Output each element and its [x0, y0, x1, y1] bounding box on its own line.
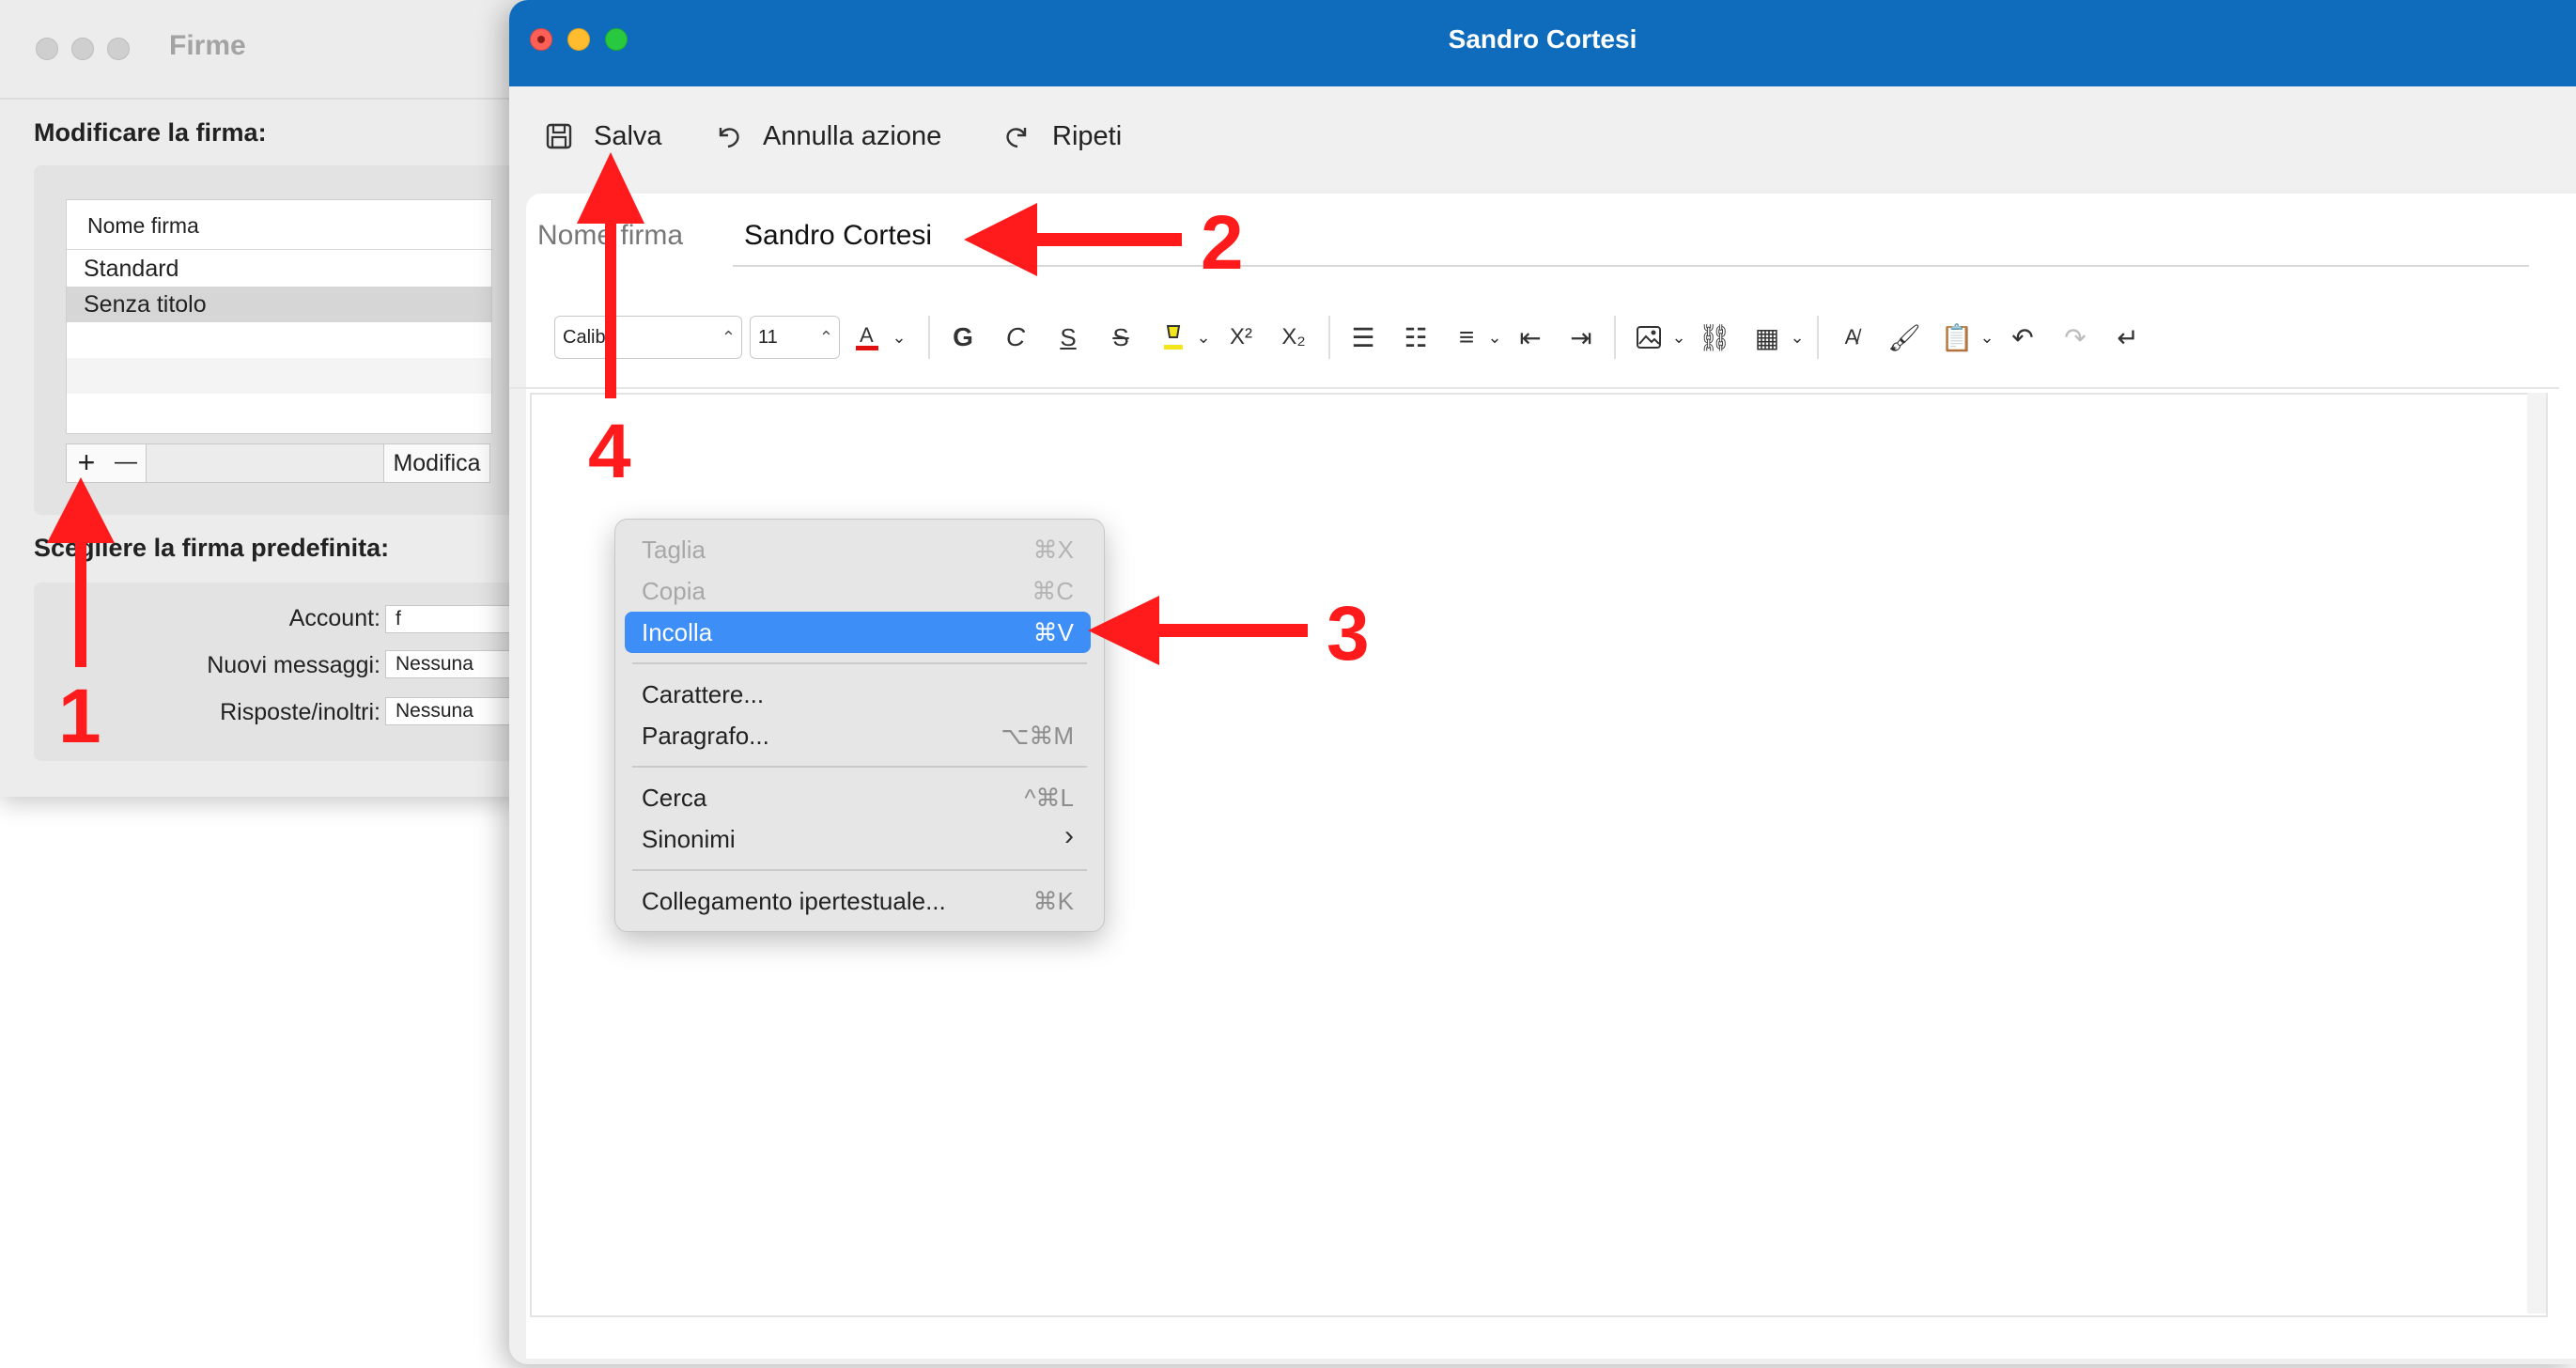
annotation-arrow-2 — [964, 203, 1182, 276]
annotation-number-4: 4 — [588, 409, 631, 494]
annotation-layer — [47, 152, 1308, 667]
annotation-number-2: 2 — [1201, 200, 1244, 286]
annotation-arrow-3 — [1088, 596, 1308, 665]
annotation-arrow-4 — [577, 152, 644, 398]
annotation-arrow-1 — [47, 477, 115, 667]
annotation-number-1: 1 — [58, 674, 101, 759]
annotation-number-3: 3 — [1327, 591, 1370, 676]
